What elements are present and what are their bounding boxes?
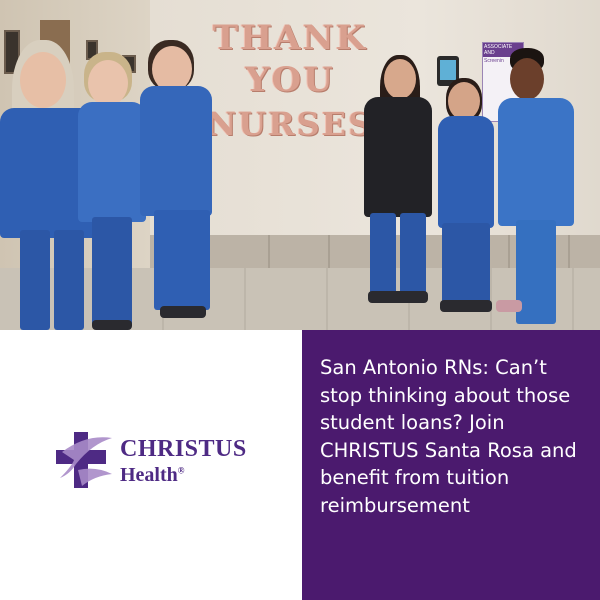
nurse-figure xyxy=(496,48,578,330)
nurse-figure xyxy=(436,78,496,313)
nurse-figure xyxy=(362,55,434,305)
christus-health-logo: CHRISTUS Health® xyxy=(52,430,252,490)
balloon-line: NURSES xyxy=(206,105,374,143)
nurse-figure xyxy=(78,52,148,330)
christus-cross-icon xyxy=(56,432,112,488)
logo-panel: CHRISTUS Health® xyxy=(0,330,302,600)
nurses-photo: THANK YOU NURSES ASSOCIATE AND Screenin xyxy=(0,0,600,330)
nurse-figure xyxy=(140,40,220,320)
brand-subname: Health® xyxy=(120,464,185,487)
social-post: THANK YOU NURSES ASSOCIATE AND Screenin xyxy=(0,0,600,600)
registered-mark: ® xyxy=(177,465,185,476)
recruitment-message-panel: San Antonio RNs: Can’t stop thinking abo… xyxy=(302,330,600,600)
brand-subname-text: Health xyxy=(120,464,178,486)
brand-name: CHRISTUS xyxy=(120,436,247,462)
balloon-line: YOU xyxy=(245,60,335,100)
recruitment-message: San Antonio RNs: Can’t stop thinking abo… xyxy=(320,356,577,517)
balloon-line: THANK xyxy=(212,18,368,58)
thank-you-nurses-balloons: THANK YOU NURSES xyxy=(205,18,375,146)
